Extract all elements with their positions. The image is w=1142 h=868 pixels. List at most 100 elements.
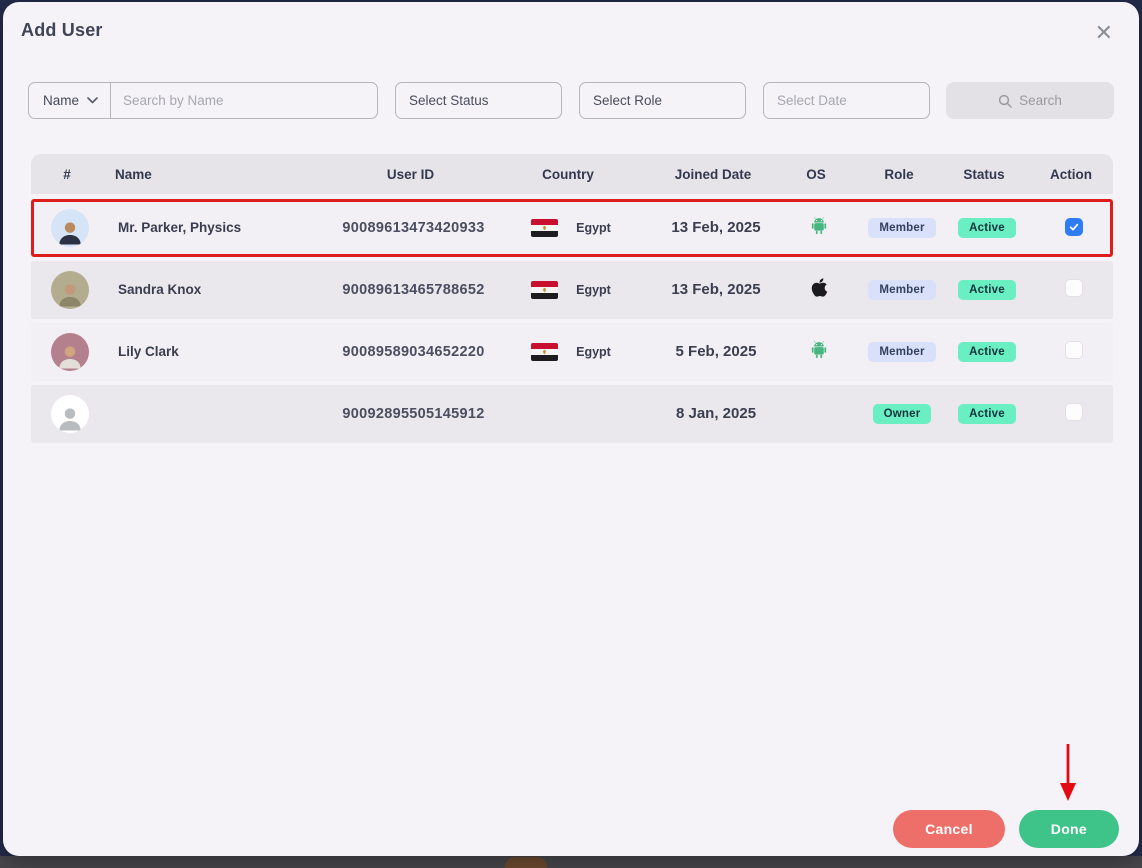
col-header-country: Country	[542, 166, 594, 182]
avatar-cell	[34, 271, 106, 309]
role-badge: Member	[868, 342, 936, 362]
add-user-modal: Add User ✕ Name Select Status Select Rol…	[3, 2, 1139, 856]
underlying-page-content	[505, 857, 547, 868]
egypt-flag-icon	[531, 343, 559, 361]
country-name: Egypt	[576, 221, 611, 235]
user-id: 90089613473420933	[342, 220, 485, 236]
done-button[interactable]: Done	[1018, 810, 1119, 848]
search-button-label: Search	[1019, 93, 1062, 108]
avatar-cell	[34, 209, 106, 247]
table-row[interactable]: Mr. Parker, Physics 90089613473420933 Eg…	[31, 199, 1113, 257]
col-header-userid: User ID	[386, 166, 435, 182]
role-cell: Member	[862, 342, 942, 362]
android-icon	[811, 216, 827, 234]
role-badge: Member	[868, 218, 936, 238]
country-cell: Egypt	[486, 281, 656, 299]
joined-date-cell: 13 Feb, 2025	[656, 219, 776, 237]
user-name: Lily Clark	[118, 344, 179, 359]
name-cell: Sandra Knox	[106, 281, 341, 299]
table-header-row: # Name User ID Country Joined Date OS Ro…	[31, 154, 1113, 194]
search-icon	[998, 94, 1012, 108]
status-cell: Active	[942, 218, 1032, 238]
col-header-role: Role	[884, 166, 914, 182]
modal-header: Add User ✕	[3, 2, 1139, 46]
cancel-button[interactable]: Cancel	[893, 810, 1005, 848]
joined-date: 13 Feb, 2025	[671, 219, 761, 236]
action-cell	[1032, 218, 1116, 238]
chevron-down-icon	[87, 97, 98, 104]
country-cell: Egypt	[486, 343, 656, 361]
avatar	[51, 395, 89, 433]
country-name: Egypt	[576, 345, 611, 359]
userid-cell: 90089589034652220	[341, 343, 486, 361]
table-row[interactable]: 90092895505145912 8 Jan, 2025 Owner Acti…	[31, 385, 1113, 443]
col-header-index: #	[63, 166, 71, 182]
check-icon	[1069, 223, 1079, 231]
row-checkbox[interactable]	[1065, 340, 1083, 359]
user-name: Sandra Knox	[118, 282, 202, 297]
search-combo: Name	[28, 82, 378, 119]
row-checkbox[interactable]	[1065, 218, 1083, 236]
name-cell: Mr. Parker, Physics	[106, 219, 341, 237]
egypt-flag-icon	[531, 281, 559, 299]
joined-date-cell: 5 Feb, 2025	[656, 343, 776, 361]
search-button[interactable]: Search	[946, 82, 1114, 119]
role-cell: Member	[862, 218, 942, 238]
user-id: 90089589034652220	[342, 344, 485, 360]
avatar	[51, 271, 89, 309]
filter-bar: Name Select Status Select Role Select Da…	[28, 82, 1139, 119]
table-row[interactable]: Sandra Knox 90089613465788652 Egypt 13 F…	[31, 261, 1113, 319]
joined-date: 8 Jan, 2025	[675, 405, 757, 422]
col-header-joined: Joined Date	[674, 166, 752, 182]
android-icon	[811, 340, 827, 358]
action-cell	[1032, 278, 1116, 302]
avatar	[51, 209, 89, 247]
role-badge: Member	[868, 280, 936, 300]
status-cell: Active	[942, 404, 1032, 424]
userid-cell: 90089613473420933	[341, 219, 486, 237]
role-cell: Member	[862, 280, 942, 300]
status-select[interactable]: Select Status	[395, 82, 562, 119]
row-checkbox[interactable]	[1065, 278, 1083, 297]
os-cell	[776, 215, 862, 242]
userid-cell: 90089613465788652	[341, 281, 486, 299]
table-row[interactable]: Lily Clark 90089589034652220 Egypt 5 Feb…	[31, 323, 1113, 381]
country-cell: Egypt	[486, 219, 656, 237]
search-input[interactable]	[111, 83, 377, 118]
joined-date: 5 Feb, 2025	[675, 343, 757, 360]
col-header-status: Status	[963, 166, 1005, 182]
users-table: # Name User ID Country Joined Date OS Ro…	[31, 154, 1113, 443]
status-badge: Active	[958, 342, 1016, 362]
status-badge: Active	[958, 280, 1016, 300]
underlying-page-strip	[0, 856, 1142, 868]
close-icon[interactable]: ✕	[1089, 20, 1119, 46]
search-field-dropdown[interactable]: Name	[29, 83, 110, 118]
userid-cell: 90092895505145912	[341, 405, 486, 423]
user-id: 90089613465788652	[342, 282, 485, 298]
status-cell: Active	[942, 342, 1032, 362]
user-id: 90092895505145912	[342, 406, 485, 422]
status-badge: Active	[958, 218, 1016, 238]
action-cell	[1032, 402, 1116, 426]
os-cell	[776, 277, 862, 303]
table-body: Mr. Parker, Physics 90089613473420933 Eg…	[31, 199, 1113, 443]
role-select[interactable]: Select Role	[579, 82, 746, 119]
joined-date-cell: 13 Feb, 2025	[656, 281, 776, 299]
joined-date: 13 Feb, 2025	[671, 281, 761, 298]
status-cell: Active	[942, 280, 1032, 300]
modal-footer: Cancel Done	[893, 810, 1119, 848]
status-badge: Active	[958, 404, 1016, 424]
avatar-cell	[34, 395, 106, 433]
egypt-flag-icon	[531, 219, 559, 237]
row-checkbox[interactable]	[1065, 402, 1083, 421]
date-select[interactable]: Select Date	[763, 82, 930, 119]
country-name: Egypt	[576, 283, 611, 297]
avatar-cell	[34, 333, 106, 371]
os-cell	[776, 339, 862, 366]
col-header-action: Action	[1050, 166, 1092, 182]
user-name: Mr. Parker, Physics	[118, 220, 242, 235]
role-badge: Owner	[872, 404, 932, 424]
col-header-os: OS	[806, 166, 826, 182]
search-field-dropdown-label: Name	[43, 93, 80, 108]
col-header-name: Name	[115, 166, 152, 182]
